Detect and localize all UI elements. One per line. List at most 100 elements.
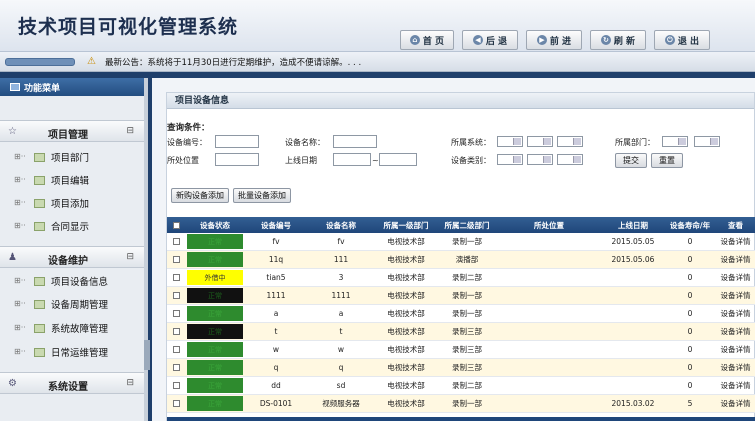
submit-button[interactable]: 提交	[615, 153, 647, 168]
cell-dept1: 电视技术部	[387, 309, 425, 318]
row-checkbox[interactable]	[172, 256, 180, 263]
section-system-settings[interactable]: ⚙ 系统设置 ⊟	[0, 372, 144, 394]
user-icon: ♟	[8, 252, 17, 263]
cell-select[interactable]	[167, 251, 185, 268]
cell-view[interactable]: 设备详情	[715, 377, 755, 394]
cell-view[interactable]: 设备详情	[715, 395, 755, 412]
reset-button[interactable]: 重置	[651, 153, 683, 168]
main-area: 项目设备信息 查询条件： 设备编号： 设备名称： 所属系统： 所属部门： 所处位…	[152, 78, 755, 421]
row-checkbox[interactable]	[172, 274, 180, 281]
logout-button[interactable]: ⏻ 退 出	[654, 30, 710, 50]
section-project-management[interactable]: ☆ 项目管理 ⊟	[0, 120, 144, 142]
cell-device-name: 1111	[331, 291, 351, 300]
row-checkbox[interactable]	[172, 400, 180, 407]
column-header-online-date: 上线日期	[618, 220, 648, 230]
add-device-button[interactable]: 新购设备添加	[171, 188, 229, 203]
row-checkbox[interactable]	[172, 238, 180, 245]
table-row[interactable]: 正常 1111 1111 电视技术部 录制一部 0 设备详情	[167, 287, 755, 305]
cell-view[interactable]: 设备详情	[715, 233, 755, 250]
category-select-1[interactable]	[497, 154, 523, 165]
back-button[interactable]: ◀ 后 退	[462, 30, 518, 50]
sidebar-item-project-add[interactable]: ⊞·· 项目添加	[14, 194, 89, 212]
table-row[interactable]: 外借中 tian5 3 电视技术部 录制二部 0 设备详情	[167, 269, 755, 287]
table-row[interactable]: 正常 q q 电视技术部 录制三部 0 设备详情	[167, 359, 755, 377]
row-checkbox[interactable]	[172, 382, 180, 389]
table-row[interactable]: 正常 w w 电视技术部 录制三部 0 设备详情	[167, 341, 755, 359]
row-checkbox[interactable]	[172, 310, 180, 317]
cell-select[interactable]	[167, 395, 185, 412]
select-all-checkbox[interactable]	[172, 221, 180, 229]
cell-view[interactable]: 设备详情	[715, 305, 755, 322]
monitor-icon	[10, 83, 20, 91]
cell-view[interactable]: 设备详情	[715, 359, 755, 376]
table-row[interactable]: 正常 11q 111 电视技术部 演播部 2015.05.06 0 设备详情	[167, 251, 755, 269]
refresh-label: 刷 新	[613, 36, 636, 47]
sidebar-item-daily-ops[interactable]: ⊞·· 日常运维管理	[14, 343, 108, 361]
collapse-icon[interactable]: ⊟	[126, 126, 134, 136]
sidebar-item-device-info[interactable]: ⊞·· 项目设备信息	[14, 272, 108, 290]
cell-select[interactable]	[167, 233, 185, 250]
sidebar-item-project-dept[interactable]: ⊞·· 项目部门	[14, 148, 89, 166]
row-checkbox[interactable]	[172, 346, 180, 353]
cell-location	[497, 251, 601, 268]
cell-select[interactable]	[167, 305, 185, 322]
table-row[interactable]: 正常 dd sd 电视技术部 录制二部 0 设备详情	[167, 377, 755, 395]
batch-add-button[interactable]: 批量设备添加	[233, 188, 291, 203]
collapse-icon[interactable]: ⊟	[126, 252, 134, 262]
online-date-start-input[interactable]	[333, 153, 371, 166]
cell-online-date: 2015.05.05	[611, 237, 655, 246]
column-header-location: 所处位置	[534, 220, 564, 230]
category-label: 设备类别：	[451, 156, 491, 165]
table-header-row: 设备状态 设备编号 设备名称 所属一级部门 所属二级部门 所处位置 上线日期 设备寿命/年 查看	[167, 217, 755, 233]
sidebar-item-project-edit[interactable]: ⊞·· 项目编辑	[14, 171, 89, 189]
sidebar-item-contract[interactable]: ⊞·· 合同显示	[14, 217, 89, 235]
device-name-input[interactable]	[333, 135, 377, 148]
section-title: 项目管理	[48, 130, 88, 141]
select-all-cell[interactable]	[167, 217, 185, 233]
cell-select[interactable]	[167, 323, 185, 340]
home-button[interactable]: ⌂ 首 页	[400, 30, 454, 50]
cell-view[interactable]: 设备详情	[715, 323, 755, 340]
cell-view[interactable]: 设备详情	[715, 269, 755, 286]
cell-select[interactable]	[167, 377, 185, 394]
cell-select[interactable]	[167, 359, 185, 376]
cell-select[interactable]	[167, 269, 185, 286]
category-select-3[interactable]	[557, 154, 583, 165]
system-select-2[interactable]	[527, 136, 553, 147]
cell-status: 正常	[185, 359, 245, 376]
row-checkbox[interactable]	[172, 364, 180, 371]
cell-dept2: 录制二部	[452, 273, 482, 282]
section-device-maintenance[interactable]: ♟ 设备维护 ⊟	[0, 246, 144, 268]
cell-lifespan: 0	[687, 363, 693, 372]
cell-online-date: 2015.03.02	[611, 399, 655, 408]
dept-select-1[interactable]	[662, 136, 688, 147]
online-date-end-input[interactable]	[379, 153, 417, 166]
table-row[interactable]: 正常 fv fv 电视技术部 录制一部 2015.05.05 0 设备详情	[167, 233, 755, 251]
device-no-input[interactable]	[215, 135, 259, 148]
table-row[interactable]: 正常 a a 电视技术部 录制一部 0 设备详情	[167, 305, 755, 323]
dept-select-2[interactable]	[694, 136, 720, 147]
app-title: 技术项目可视化管理系统	[18, 16, 239, 38]
table-row[interactable]: 正常 t t 电视技术部 录制三部 0 设备详情	[167, 323, 755, 341]
cell-device-no: a	[273, 309, 279, 318]
refresh-button[interactable]: ↻ 刷 新	[590, 30, 646, 50]
collapse-icon[interactable]: ⊟	[126, 378, 134, 388]
sidebar-item-fault[interactable]: ⊞·· 系统故障管理	[14, 319, 108, 337]
row-checkbox[interactable]	[172, 292, 180, 299]
system-select-3[interactable]	[557, 136, 583, 147]
notice-toggle[interactable]	[5, 57, 75, 66]
sidebar-collapse-handle[interactable]	[144, 340, 150, 370]
cell-select[interactable]	[167, 341, 185, 358]
tree-expand-icon: ⊞··	[14, 175, 26, 184]
cell-view[interactable]: 设备详情	[715, 341, 755, 358]
forward-button[interactable]: ▶ 前 进	[526, 30, 582, 50]
cell-view[interactable]: 设备详情	[715, 251, 755, 268]
category-select-2[interactable]	[527, 154, 553, 165]
cell-select[interactable]	[167, 287, 185, 304]
row-checkbox[interactable]	[172, 328, 180, 335]
system-select-1[interactable]	[497, 136, 523, 147]
table-row[interactable]: 正常 DS-0101 视频服务器 电视技术部 录制一部 2015.03.02 5 设备详情	[167, 395, 755, 413]
location-input[interactable]	[215, 153, 259, 166]
cell-view[interactable]: 设备详情	[715, 287, 755, 304]
sidebar-item-device-cycle[interactable]: ⊞·· 设备周期管理	[14, 295, 108, 313]
